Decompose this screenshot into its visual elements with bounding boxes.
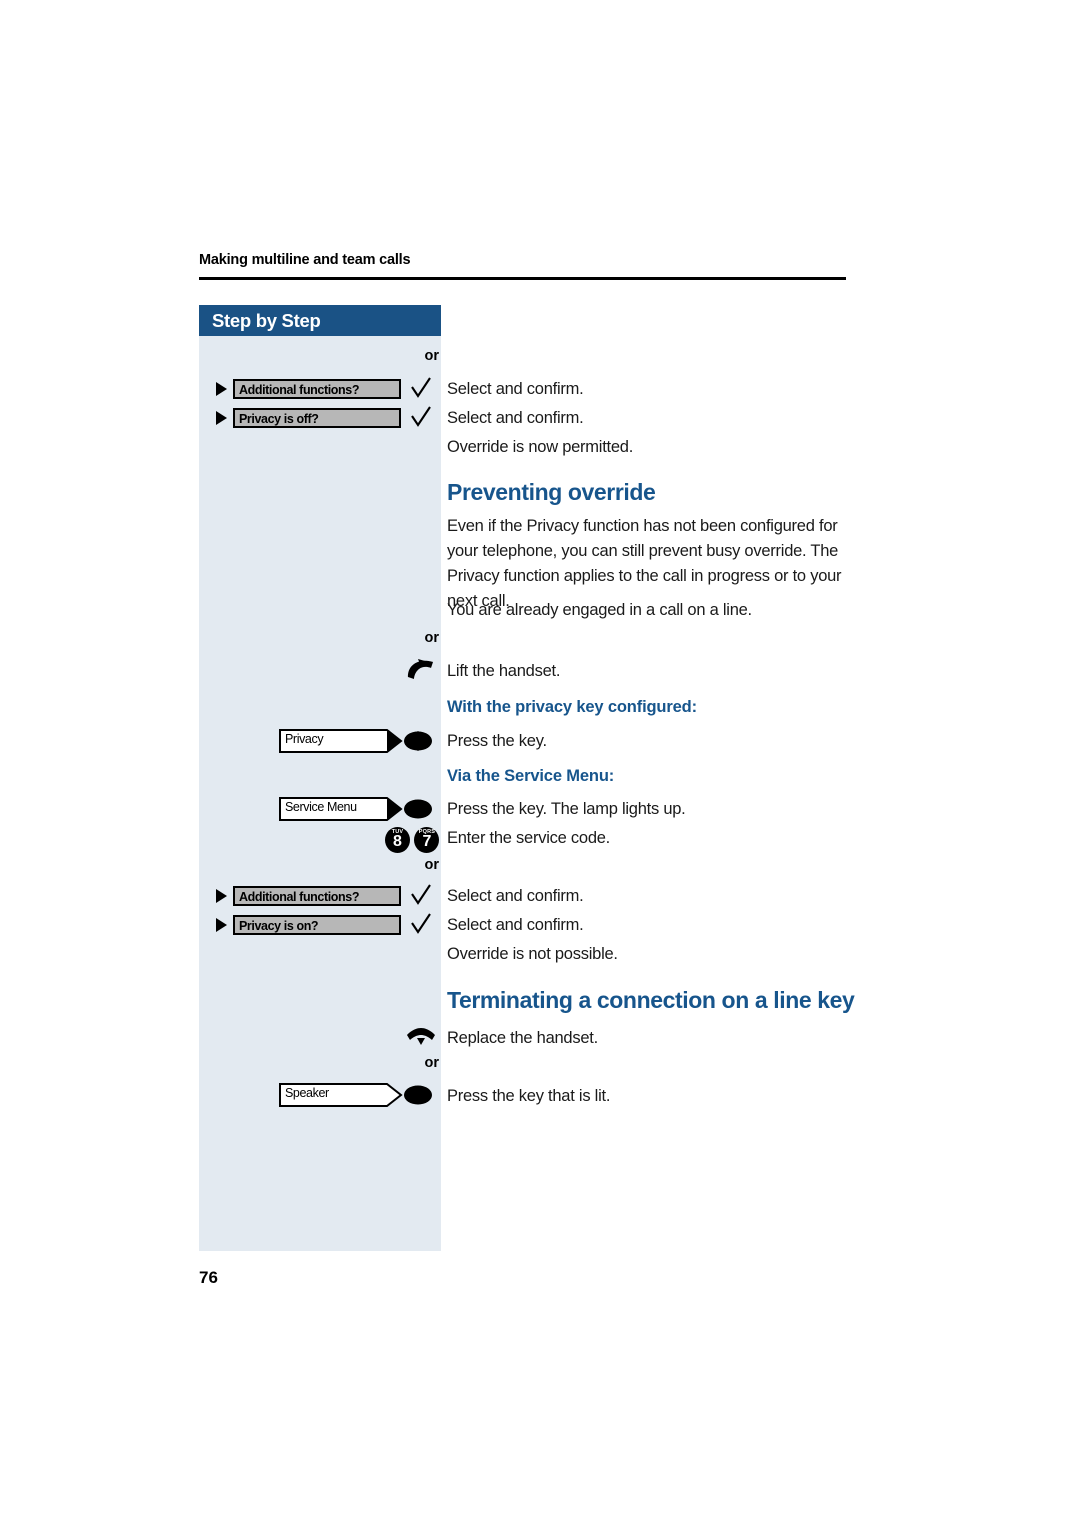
running-header: Making multiline and team calls [199, 252, 411, 268]
dial-key-digit: 8 [393, 833, 402, 850]
section-heading-preventing-override: Preventing override [447, 479, 656, 505]
key-lens-icon[interactable] [403, 1084, 433, 1106]
instruction-select-confirm-1: Select and confirm. [447, 380, 584, 398]
triangle-icon [216, 411, 227, 425]
key-label: Service Menu [285, 800, 357, 814]
subheading-with-privacy-key: With the privacy key configured: [447, 698, 697, 716]
replace-handset-icon [404, 1025, 438, 1049]
confirm-checkmark-icon [410, 883, 432, 907]
dial-key-7[interactable]: PQRS 7 [414, 827, 440, 853]
subheading-via-service-menu: Via the Service Menu: [447, 767, 615, 785]
key-label-plate[interactable]: Speaker [279, 1083, 403, 1107]
or-separator-3: or [424, 857, 440, 873]
instruction-select-confirm-2: Select and confirm. [447, 409, 584, 427]
or-separator-2: or [424, 630, 440, 646]
menu-option-label: Additional functions? [239, 383, 360, 397]
key-label: Privacy [285, 732, 324, 746]
instruction-select-confirm-4: Select and confirm. [447, 916, 584, 934]
confirm-checkmark-icon [410, 405, 432, 429]
menu-option-box[interactable]: Additional functions? [233, 379, 401, 399]
header-divider [199, 277, 846, 280]
menu-option-box[interactable]: Privacy is off? [233, 408, 401, 428]
instruction-already-engaged: You are already engaged in a call on a l… [447, 601, 752, 619]
instruction-lift-handset: Lift the handset. [447, 662, 561, 680]
key-label: Speaker [285, 1086, 329, 1100]
confirm-checkmark-icon [410, 376, 432, 400]
triangle-icon [216, 889, 227, 903]
key-label-plate[interactable]: Privacy [279, 729, 403, 753]
step-by-step-header: Step by Step [199, 305, 441, 336]
step-by-step-title: Step by Step [212, 310, 321, 331]
lift-handset-icon [404, 657, 438, 681]
manual-page: Making multiline and team calls Step by … [0, 0, 1080, 1528]
instruction-replace-handset: Replace the handset. [447, 1029, 598, 1047]
instruction-press-the-key: Press the key. [447, 732, 547, 750]
instruction-enter-service-code: Enter the service code. [447, 829, 611, 847]
dial-keys-group[interactable]: TUV 8 PQRS 7 [385, 827, 440, 853]
dial-key-digit: 7 [422, 833, 432, 850]
menu-option-label: Privacy is off? [239, 412, 319, 426]
key-lens-icon[interactable] [403, 798, 433, 820]
menu-option-box[interactable]: Privacy is on? [233, 915, 401, 935]
instruction-override-not-possible: Override is not possible. [447, 945, 618, 963]
confirm-checkmark-icon [410, 912, 432, 936]
step-by-step-panel: Step by Step [199, 305, 441, 1251]
key-label-plate[interactable]: Service Menu [279, 797, 403, 821]
menu-option-label: Privacy is on? [239, 919, 319, 933]
menu-option-box[interactable]: Additional functions? [233, 886, 401, 906]
page-number: 76 [199, 1268, 218, 1287]
or-separator-1: or [424, 348, 440, 364]
menu-option-label: Additional functions? [239, 890, 360, 904]
key-lens-icon[interactable] [403, 730, 433, 752]
dial-key-8[interactable]: TUV 8 [385, 827, 410, 853]
triangle-icon [216, 382, 227, 396]
instruction-override-permitted: Override is now permitted. [447, 438, 634, 456]
instruction-select-confirm-3: Select and confirm. [447, 887, 584, 905]
or-separator-4: or [424, 1055, 440, 1071]
section-heading-terminating-connection: Terminating a connection on a line key [447, 987, 855, 1013]
instruction-press-key-lit: Press the key that is lit. [447, 1087, 611, 1105]
triangle-icon [216, 918, 227, 932]
instruction-press-key-lamp: Press the key. The lamp lights up. [447, 800, 686, 818]
